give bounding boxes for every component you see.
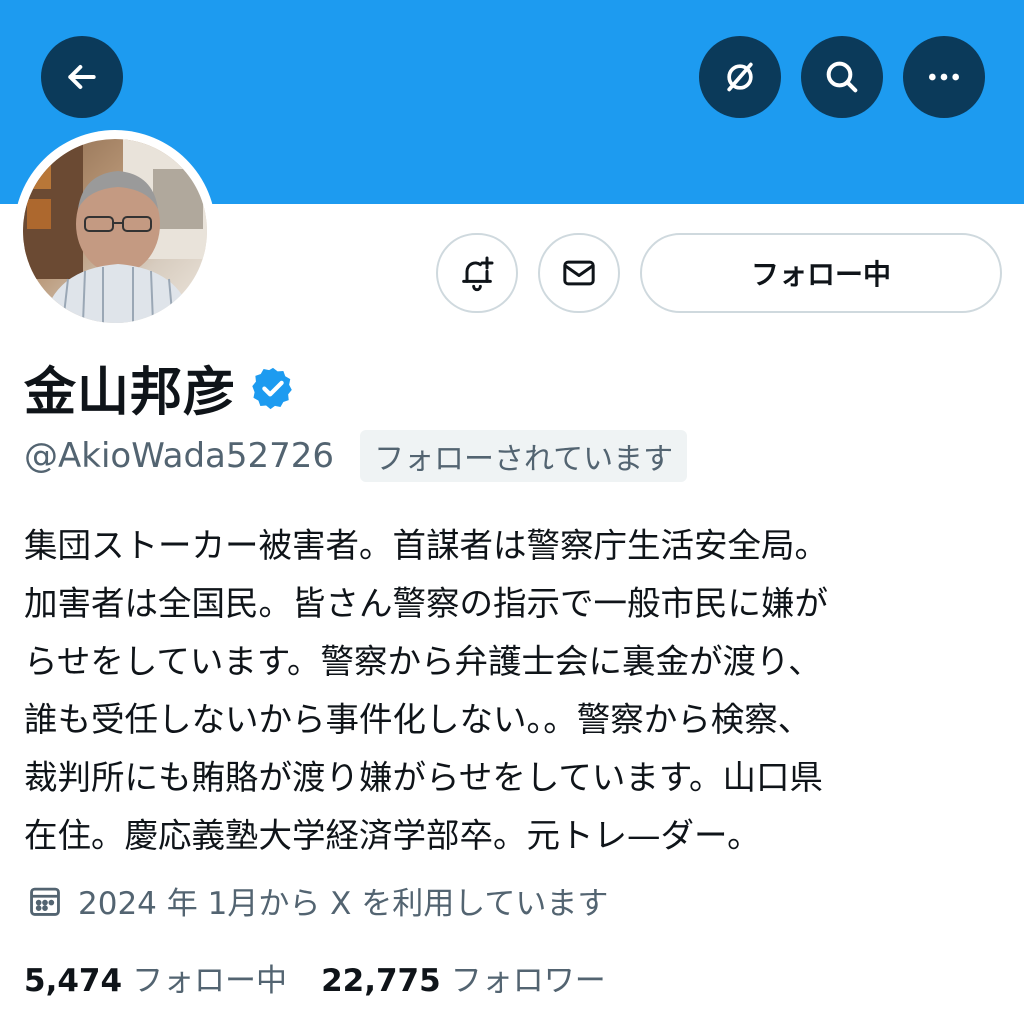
following-count: 5,474 [24,963,123,999]
bio: 集団ストーカー被害者。首謀者は警察庁生活安全局。 加害者は全国民。皆さん警察の指… [24,526,828,855]
avatar-frame [14,130,216,332]
avatar[interactable] [23,139,207,323]
search-button[interactable] [801,36,883,118]
more-button[interactable] [903,36,985,118]
follows-you-badge: フォローされています [360,430,688,482]
joined-row: 2024 年 1月から X を利用しています [26,878,608,923]
back-button[interactable] [41,36,123,118]
following-stat[interactable]: 5,474 フォロー中 [24,955,287,1000]
followers-stat[interactable]: 22,775 フォロワー [321,955,606,1000]
avatar-photo [23,139,207,323]
search-icon [826,61,858,93]
calendar-icon [30,887,60,916]
name-row: 金山邦彦 [24,350,296,425]
following-button-label: フォロー中 [750,258,891,291]
followers-label: フォロワー [450,963,606,999]
bell-plus-icon [462,256,494,292]
verified-badge-icon [252,367,292,409]
notify-button[interactable] [436,233,518,313]
handle: @AkioWada52726 [24,436,335,476]
followers-count: 22,775 [321,963,441,999]
display-name: 金山邦彦 [24,363,237,423]
message-button[interactable] [538,233,620,313]
following-label: フォロー中 [132,963,288,999]
mail-icon [563,260,595,286]
more-icon [929,73,959,81]
joined-date: 2024 年 1月から X を利用しています [78,886,609,922]
grok-icon [727,62,753,92]
handle-row: @AkioWada52726 フォローされています [24,430,688,482]
back-arrow-icon [68,65,96,89]
following-button[interactable]: フォロー中 [640,233,1002,313]
grok-button[interactable] [699,36,781,118]
stats-row: 5,474 フォロー中 22,775 フォロワー [24,955,640,1000]
